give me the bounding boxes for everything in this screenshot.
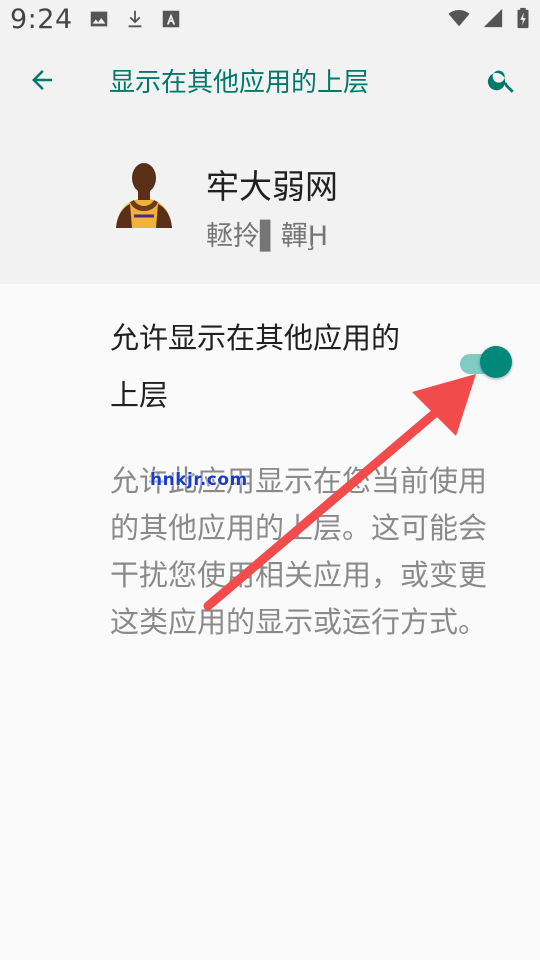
download-icon: [128, 10, 142, 28]
battery-charging-icon: [517, 7, 529, 29]
app-version: 䡕拎▌韗Ḩ: [206, 221, 329, 252]
allow-overlay-setting[interactable]: 允许显示在其他应用的上层: [0, 284, 540, 432]
search-button[interactable]: [484, 62, 520, 98]
back-button[interactable]: [24, 62, 60, 98]
status-time: 9:24: [10, 4, 73, 35]
text-a-icon: [162, 10, 180, 28]
app-icon: [110, 156, 178, 228]
wifi-icon: [448, 10, 470, 27]
search-icon: [487, 70, 514, 93]
app-bar: 显示在其他应用的上层: [0, 44, 540, 116]
page-title: 显示在其他应用的上层: [109, 68, 370, 98]
setting-label: 允许显示在其他应用的上层: [110, 321, 401, 412]
overlay-toggle-switch[interactable]: [458, 346, 512, 380]
app-name: 牢大弱网: [206, 167, 338, 206]
watermark-text: hnkjr.com: [150, 470, 248, 490]
signal-icon: [483, 8, 503, 28]
image-icon: [90, 11, 108, 27]
arrow-left-icon: [32, 70, 52, 90]
toggle-thumb: [480, 346, 512, 378]
app-info-header: 牢大弱网 䡕拎▌韗Ḩ: [0, 116, 540, 284]
status-bar: 9:24: [0, 0, 540, 44]
